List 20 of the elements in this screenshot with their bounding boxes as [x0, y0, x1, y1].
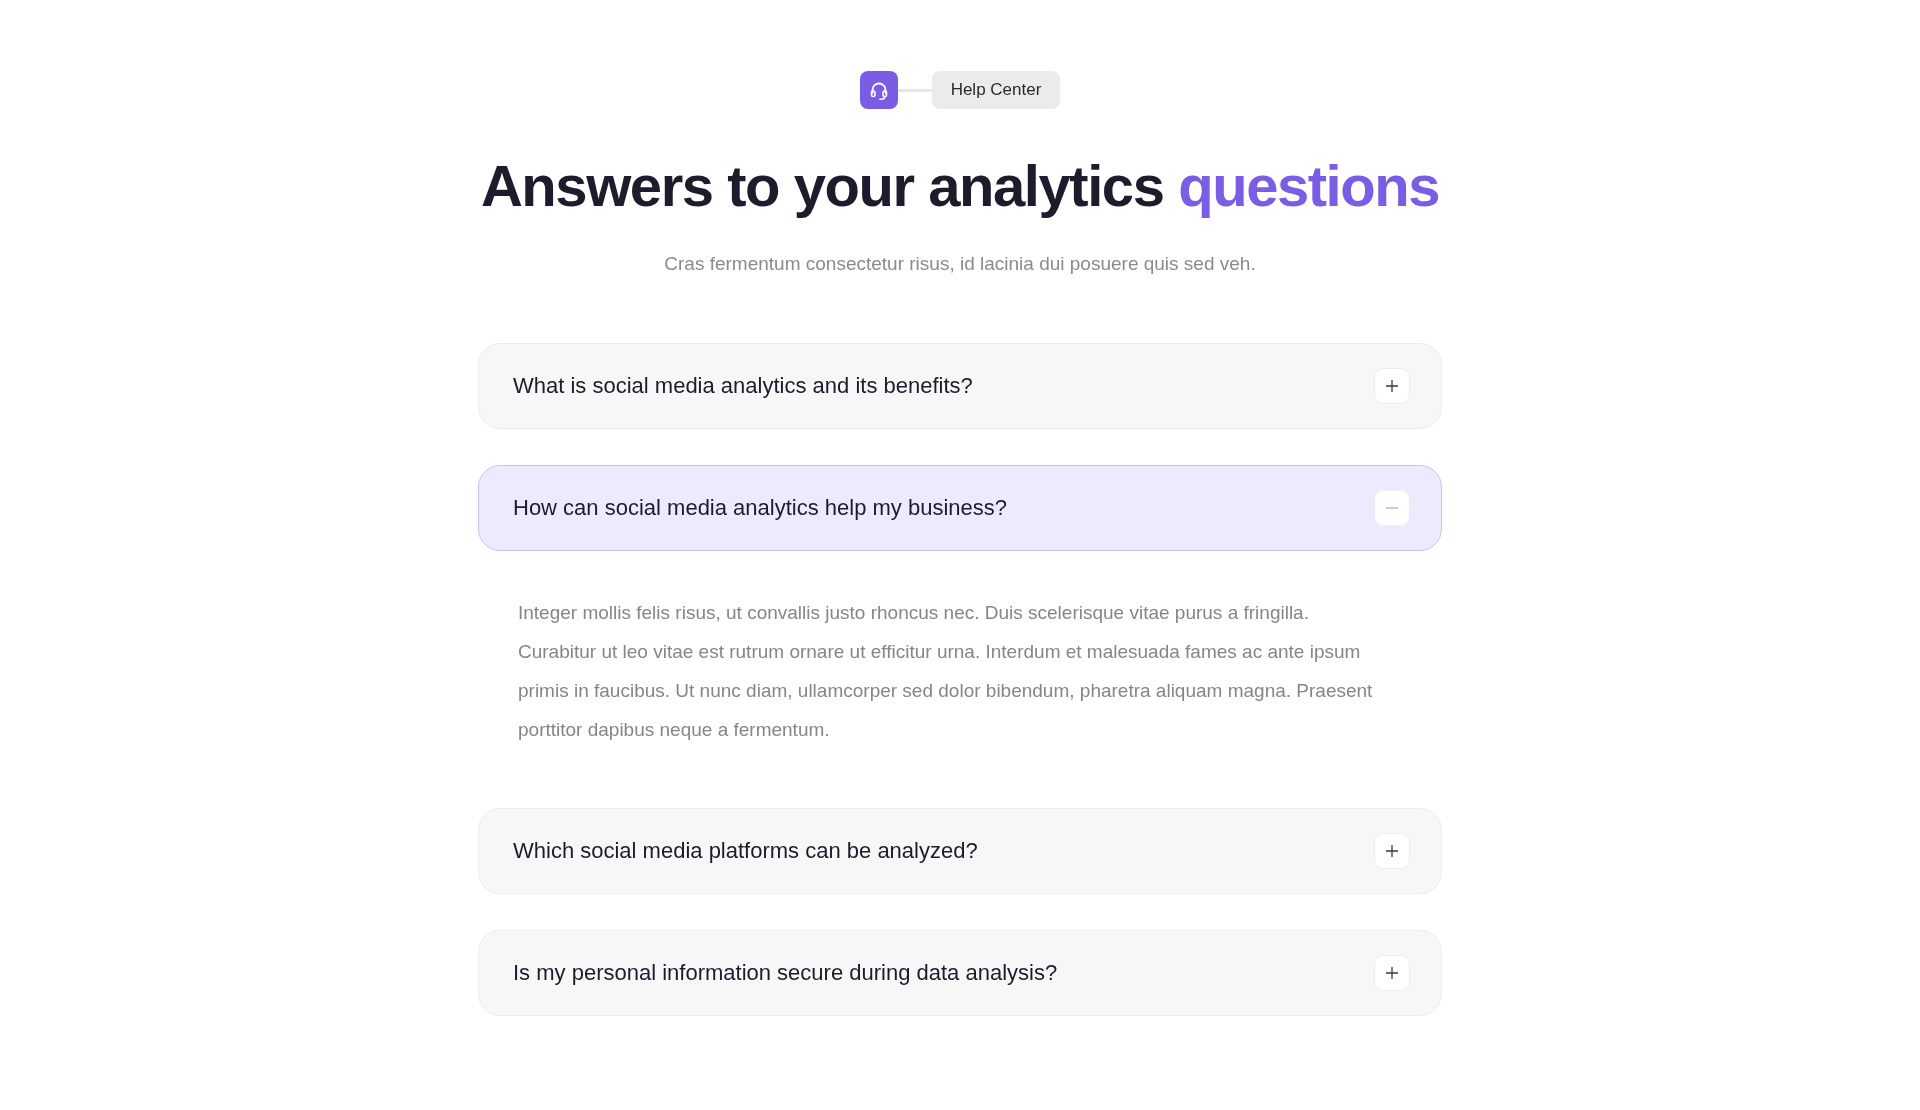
- faq-item[interactable]: Which social media platforms can be analyzed?: [478, 808, 1442, 894]
- headset-icon: [859, 71, 898, 109]
- faq-question: What is social media analytics and its benefits?: [513, 372, 973, 400]
- plus-icon: [1386, 967, 1398, 979]
- minus-icon: [1386, 507, 1398, 509]
- help-center-badge: Help Center: [931, 71, 1061, 109]
- faq-item[interactable]: How can social media analytics help my business?: [478, 465, 1442, 551]
- faq-question: Is my personal information secure during data analysis?: [513, 959, 1058, 987]
- faq-question: Which social media platforms can be analyzed?: [513, 837, 978, 865]
- page-subtitle: Cras fermentum consectetur risus, id lacinia dui posuere quis sed veh.: [664, 252, 1256, 276]
- page-heading: Answers to your analytics questions: [480, 152, 1440, 220]
- faq-question: How can social media analytics help my business?: [513, 494, 1007, 522]
- plus-icon: [1386, 380, 1398, 392]
- faq-answer: Integer mollis felis risus, ut convallis justo rhoncus nec. Duis scelerisque vitae purus a fringilla. Curabitur ut leo vitae est rutrum ornare ut efficitur urna. Interdum et malesuada fames ac ante ipsum primis in faucibus. Ut nunc diam, ullamcorper sed dolor bibendum, pharetra aliquam magna. Praesent porttitor dapibus neque a fermentum.: [518, 601, 1374, 742]
- faq-item[interactable]: What is social media analytics and its benefits?: [478, 343, 1442, 429]
- expand-button[interactable]: [1374, 833, 1410, 869]
- expand-button[interactable]: [1374, 955, 1410, 991]
- expand-button[interactable]: [1374, 368, 1410, 404]
- plus-icon: [1386, 845, 1398, 857]
- faq-item[interactable]: Is my personal information secure during data analysis?: [478, 930, 1442, 1016]
